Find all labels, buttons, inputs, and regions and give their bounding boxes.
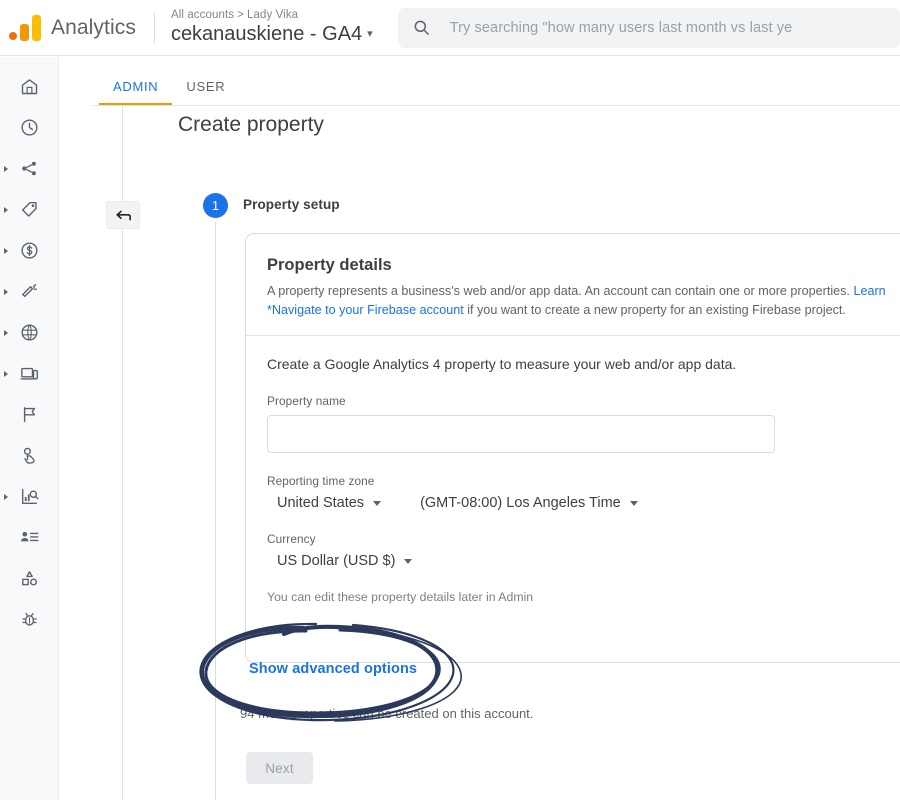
card-description-line-2: *Navigate to your Firebase account if yo…: [267, 301, 900, 320]
sidebar-item-tech[interactable]: [0, 353, 58, 394]
page-title: Create property: [178, 113, 324, 136]
expand-arrow-icon[interactable]: [4, 370, 8, 377]
brand-name: Analytics: [51, 15, 136, 39]
expand-arrow-icon[interactable]: [4, 247, 8, 254]
back-arrow-icon: [115, 210, 131, 220]
property-name-field: Property name: [267, 394, 900, 453]
edit-later-hint: You can edit these property details late…: [267, 590, 534, 604]
reporting-timezone-label: Reporting time zone: [267, 474, 375, 488]
google-analytics-admin-screen: Analytics All accounts > Lady Vika cekanau…: [0, 0, 900, 800]
card-description-text: A property represents a business’s web a…: [267, 284, 854, 298]
chevron-down-icon: ▾: [367, 28, 373, 40]
bug-icon: [21, 612, 37, 626]
timezone-country-select[interactable]: United States: [267, 495, 382, 511]
left-navigation-rail: [0, 57, 59, 800]
sidebar-item-home[interactable]: [0, 66, 58, 107]
more-properties-note: 94 more properties can be created on thi…: [240, 706, 534, 721]
form-lead-text: Create a Google Analytics 4 property to …: [267, 356, 737, 372]
chart-search-icon: [21, 488, 38, 505]
reporting-timezone-field: Reporting time zone United States (GMT-0…: [267, 474, 900, 511]
breadcrumb-account[interactable]: Lady Vika: [247, 9, 298, 21]
sidebar-item-debug-view[interactable]: [0, 599, 58, 640]
sidebar-item-conversions[interactable]: [0, 394, 58, 435]
breadcrumb: All accounts > Lady Vika: [171, 8, 373, 22]
expand-arrow-icon[interactable]: [4, 206, 8, 213]
timezone-selects-row: United States (GMT-08:00) Los Angeles Ti…: [267, 495, 900, 511]
magic-wand-icon: [21, 284, 37, 298]
sidebar-item-engagement[interactable]: [0, 189, 58, 230]
currency-label: Currency: [267, 532, 316, 546]
sidebar-item-monetization[interactable]: [0, 230, 58, 271]
property-name-label: Property name: [267, 394, 346, 408]
expand-arrow-icon[interactable]: [4, 493, 8, 500]
step-label: Property setup: [243, 197, 340, 212]
shapes-icon: [21, 571, 37, 586]
currency-select[interactable]: US Dollar (USD $): [267, 553, 413, 569]
share-nodes-icon: [21, 161, 36, 176]
stepper-connector-line: [215, 222, 216, 800]
property-title[interactable]: cekanauskiene - GA4 ▾: [171, 22, 373, 47]
search-input[interactable]: [447, 18, 886, 37]
currency-value: US Dollar (USD $): [277, 553, 396, 569]
tabs-divider: [93, 105, 900, 106]
tag-icon: [21, 201, 37, 217]
devices-icon: [19, 367, 38, 380]
flag-icon: [23, 407, 35, 423]
brand-divider: [153, 12, 155, 43]
timezone-country-value: United States: [277, 495, 365, 511]
firebase-account-link[interactable]: *Navigate to your Firebase account: [267, 303, 464, 317]
currency-select-row: US Dollar (USD $): [267, 553, 900, 569]
chevron-down-icon: [629, 500, 638, 506]
property-title-text: cekanauskiene - GA4: [170, 23, 363, 45]
breadcrumb-root[interactable]: All accounts: [171, 9, 234, 21]
timezone-zone-value: (GMT-08:00) Los Angeles Time: [420, 495, 621, 511]
breadcrumb-separator: >: [237, 9, 244, 21]
firebase-note-text: if you want to create a new property for…: [463, 303, 846, 317]
search-icon: [414, 20, 429, 35]
card-form-section: Create a Google Analytics 4 property to …: [246, 336, 900, 630]
sidebar-item-acquisition[interactable]: [0, 148, 58, 189]
expand-arrow-icon[interactable]: [4, 329, 8, 336]
step-number-badge: 1: [203, 193, 228, 218]
tab-admin[interactable]: ADMIN: [99, 79, 173, 106]
sidebar-item-events[interactable]: [0, 435, 58, 476]
timezone-zone-select[interactable]: (GMT-08:00) Los Angeles Time: [410, 495, 638, 511]
home-icon: [21, 79, 37, 95]
touch-hand-icon: [23, 447, 35, 464]
chevron-down-icon: [404, 558, 413, 564]
sidebar-item-retention[interactable]: [0, 271, 58, 312]
account-selector[interactable]: All accounts > Lady Vika cekanauskiene - G…: [171, 8, 373, 47]
learn-more-link[interactable]: Learn: [853, 284, 885, 298]
sidebar-item-segments[interactable]: [0, 558, 58, 599]
card-description-line-1: A property represents a business’s web a…: [267, 282, 900, 301]
card-heading: Property details: [267, 256, 392, 274]
property-name-input[interactable]: [267, 415, 775, 453]
tab-user[interactable]: USER: [172, 79, 239, 106]
sidebar-item-audiences[interactable]: [0, 517, 58, 558]
person-list-icon: [20, 531, 38, 542]
search-bar[interactable]: [397, 7, 900, 48]
next-button[interactable]: Next: [246, 752, 313, 784]
property-details-card: Property details A property represents a…: [245, 233, 900, 663]
sidebar-item-reports-snapshot[interactable]: [0, 107, 58, 148]
expand-arrow-icon[interactable]: [4, 165, 8, 172]
expand-arrow-icon[interactable]: [4, 288, 8, 295]
sidebar-item-demographics[interactable]: [0, 312, 58, 353]
analytics-logo-icon[interactable]: [9, 14, 43, 41]
globe-icon: [20, 324, 38, 341]
top-bar: Analytics All accounts > Lady Vika cekanau…: [0, 0, 900, 56]
clock-icon: [20, 119, 38, 136]
currency-field: Currency US Dollar (USD $): [267, 532, 900, 569]
admin-user-tabs: ADMIN USER: [59, 57, 900, 106]
dollar-circle-icon: [20, 242, 38, 259]
show-advanced-options-link[interactable]: Show advanced options: [249, 661, 417, 677]
back-button[interactable]: [106, 201, 140, 229]
sidebar-item-explore[interactable]: [0, 476, 58, 517]
card-header-section: Property details A property represents a…: [246, 234, 900, 335]
chevron-down-icon: [373, 500, 382, 506]
